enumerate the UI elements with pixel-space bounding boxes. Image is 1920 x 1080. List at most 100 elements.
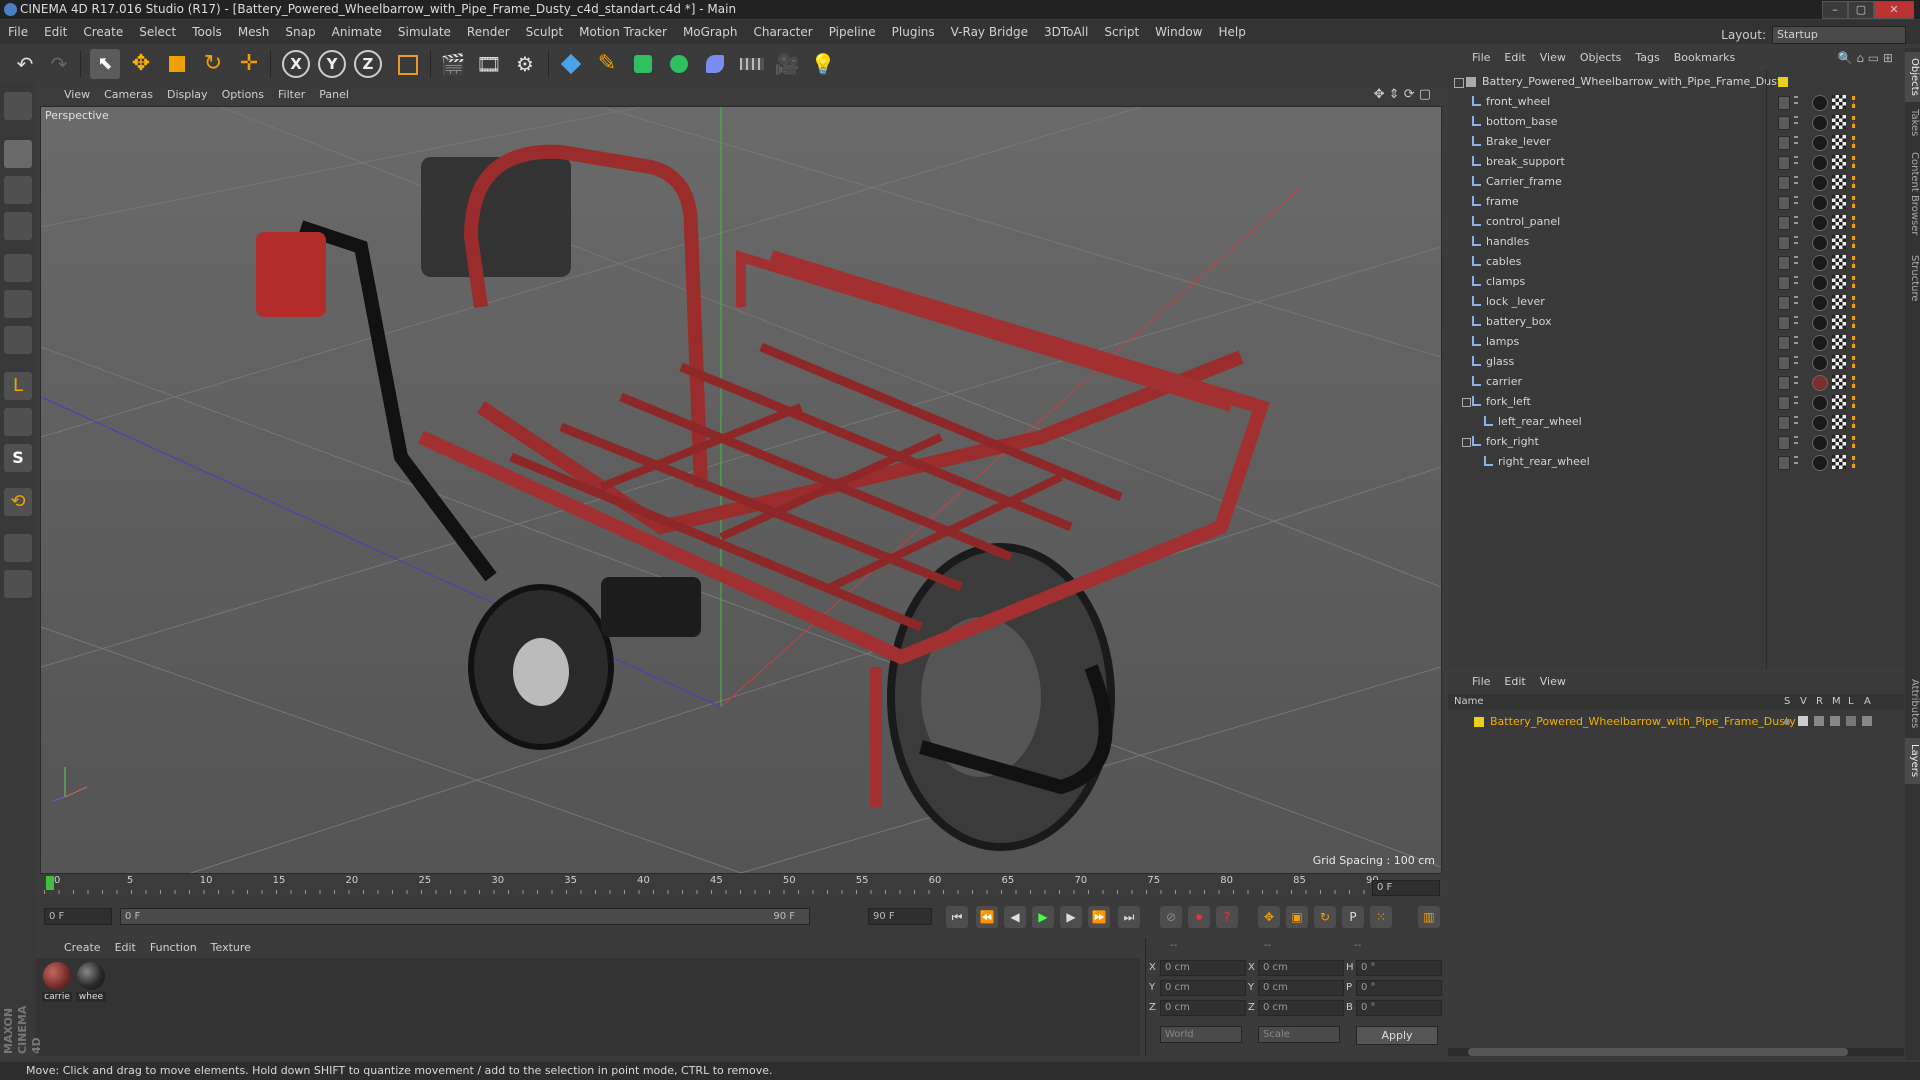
- coord-mode-dropdown[interactable]: World: [1160, 1026, 1242, 1043]
- autokey-icon[interactable]: ⏺: [1188, 906, 1210, 928]
- texture-tag-icon[interactable]: [1832, 395, 1846, 409]
- menu-render[interactable]: Render: [459, 25, 518, 39]
- menu-pipeline[interactable]: Pipeline: [821, 25, 884, 39]
- visibility-toggle[interactable]: [1778, 176, 1790, 190]
- material-tag-icon[interactable]: [1812, 455, 1828, 471]
- render-visibility-dots[interactable]: [1794, 156, 1798, 168]
- live-selection-icon[interactable]: ⬉: [90, 49, 120, 79]
- layer-row[interactable]: Battery_Powered_Wheelbarrow_with_Pipe_Fr…: [1448, 712, 1904, 732]
- render-visibility-dots[interactable]: [1794, 316, 1798, 328]
- layer-solo-toggle[interactable]: [1784, 719, 1790, 725]
- texture-tag-icon[interactable]: [1832, 235, 1846, 249]
- deformer-icon[interactable]: [700, 49, 730, 79]
- size-y-field[interactable]: 0 cm: [1258, 980, 1344, 996]
- object-menu-view[interactable]: View: [1533, 51, 1573, 64]
- visibility-toggle[interactable]: [1778, 356, 1790, 370]
- tab-content-browser[interactable]: Content Browser: [1905, 144, 1920, 244]
- rot-h-field[interactable]: 0 °: [1356, 960, 1442, 976]
- menu-vray-bridge[interactable]: V-Ray Bridge: [943, 25, 1036, 39]
- material-tag-icon[interactable]: [1812, 275, 1828, 291]
- viewport-navigation-icons[interactable]: ✥ ⇕ ⟳ ▢: [1367, 86, 1438, 104]
- object-menu-bookmarks[interactable]: Bookmarks: [1667, 51, 1742, 64]
- phong-tag-icon[interactable]: [1852, 216, 1865, 228]
- menu-simulate[interactable]: Simulate: [390, 25, 459, 39]
- pos-x-field[interactable]: 0 cm: [1160, 960, 1246, 976]
- phong-tag-icon[interactable]: [1852, 296, 1865, 308]
- object-row[interactable]: bottom_base: [1448, 112, 1904, 132]
- menu-sculpt[interactable]: Sculpt: [518, 25, 571, 39]
- texture-tag-icon[interactable]: [1832, 435, 1846, 449]
- visibility-toggle[interactable]: [1778, 456, 1790, 470]
- phong-tag-icon[interactable]: [1852, 236, 1865, 248]
- texture-tag-icon[interactable]: [1832, 95, 1846, 109]
- texture-tag-icon[interactable]: [1832, 255, 1846, 269]
- preview-range-slider[interactable]: 0 F 90 F: [120, 908, 810, 925]
- tab-attributes[interactable]: Attributes: [1905, 674, 1920, 734]
- playhead[interactable]: [46, 876, 54, 890]
- material-tag-icon[interactable]: [1812, 375, 1828, 391]
- visibility-toggle[interactable]: [1778, 376, 1790, 390]
- texture-tag-icon[interactable]: [1832, 195, 1846, 209]
- render-visibility-dots[interactable]: [1794, 136, 1798, 148]
- viewport-menu-view[interactable]: View: [36, 88, 97, 101]
- layer-visible-toggle[interactable]: [1798, 716, 1808, 726]
- render-picture-viewer-icon[interactable]: 🎞: [474, 49, 504, 79]
- object-row[interactable]: frame: [1448, 192, 1904, 212]
- visibility-toggle[interactable]: [1778, 96, 1790, 110]
- floor-object-icon[interactable]: [736, 49, 766, 79]
- texture-tag-icon[interactable]: [1832, 155, 1846, 169]
- render-visibility-dots[interactable]: [1794, 436, 1798, 448]
- object-menu-edit[interactable]: Edit: [1497, 51, 1532, 64]
- maximize-button[interactable]: ▢: [1848, 1, 1874, 19]
- visibility-toggle[interactable]: [1778, 196, 1790, 210]
- phong-tag-icon[interactable]: [1852, 316, 1865, 328]
- material-tag-icon[interactable]: [1812, 335, 1828, 351]
- phong-tag-icon[interactable]: [1852, 336, 1865, 348]
- menu-snap[interactable]: Snap: [277, 25, 323, 39]
- render-visibility-dots[interactable]: [1794, 276, 1798, 288]
- play-icon[interactable]: ▶: [1032, 906, 1054, 928]
- prev-frame-icon[interactable]: ◀: [1004, 906, 1026, 928]
- size-z-field[interactable]: 0 cm: [1258, 1000, 1344, 1016]
- render-settings-icon[interactable]: ⚙: [510, 49, 540, 79]
- menu-file[interactable]: File: [0, 25, 36, 39]
- object-row[interactable]: fork_right: [1448, 432, 1904, 452]
- collapse-icon[interactable]: [1462, 398, 1471, 407]
- menu-character[interactable]: Character: [745, 25, 820, 39]
- key-pla-icon[interactable]: ⁙: [1370, 906, 1392, 928]
- key-parameter-icon[interactable]: P: [1342, 906, 1364, 928]
- material-tag-icon[interactable]: [1812, 175, 1828, 191]
- menu-window[interactable]: Window: [1147, 25, 1210, 39]
- visibility-toggle[interactable]: [1778, 336, 1790, 350]
- start-frame-field[interactable]: 0 F: [44, 908, 112, 925]
- visibility-toggle[interactable]: [1778, 216, 1790, 230]
- object-row[interactable]: Brake_lever: [1448, 132, 1904, 152]
- menu-script[interactable]: Script: [1096, 25, 1147, 39]
- snap-icon[interactable]: S: [4, 444, 32, 472]
- tab-layers[interactable]: Layers: [1905, 738, 1920, 784]
- menu-animate[interactable]: Animate: [324, 25, 390, 39]
- layer-menu-edit[interactable]: Edit: [1497, 675, 1532, 688]
- subdivision-surface-icon[interactable]: [628, 49, 658, 79]
- texture-mode-icon[interactable]: [4, 176, 32, 204]
- object-menu-tags[interactable]: Tags: [1628, 51, 1666, 64]
- object-row[interactable]: front_wheel: [1448, 92, 1904, 112]
- visibility-toggle[interactable]: [1778, 296, 1790, 310]
- material-tag-icon[interactable]: [1812, 135, 1828, 151]
- render-visibility-dots[interactable]: [1794, 416, 1798, 428]
- z-axis-lock-icon[interactable]: Z: [354, 50, 382, 78]
- material-tag-icon[interactable]: [1812, 195, 1828, 211]
- texture-tag-icon[interactable]: [1832, 355, 1846, 369]
- object-row[interactable]: glass: [1448, 352, 1904, 372]
- layer-menu-file[interactable]: File: [1448, 675, 1497, 688]
- object-menu-file[interactable]: File: [1448, 51, 1497, 64]
- polygons-mode-icon[interactable]: [4, 326, 32, 354]
- coord-scale-dropdown[interactable]: Scale: [1258, 1026, 1340, 1043]
- render-visibility-dots[interactable]: [1794, 296, 1798, 308]
- object-row[interactable]: lamps: [1448, 332, 1904, 352]
- close-button[interactable]: ✕: [1874, 1, 1914, 19]
- texture-tag-icon[interactable]: [1832, 295, 1846, 309]
- object-manager-tools-icons[interactable]: 🔍 ⌂ ▭ ⊞: [1831, 48, 1900, 68]
- texture-tag-icon[interactable]: [1832, 415, 1846, 429]
- material-tag-icon[interactable]: [1812, 255, 1828, 271]
